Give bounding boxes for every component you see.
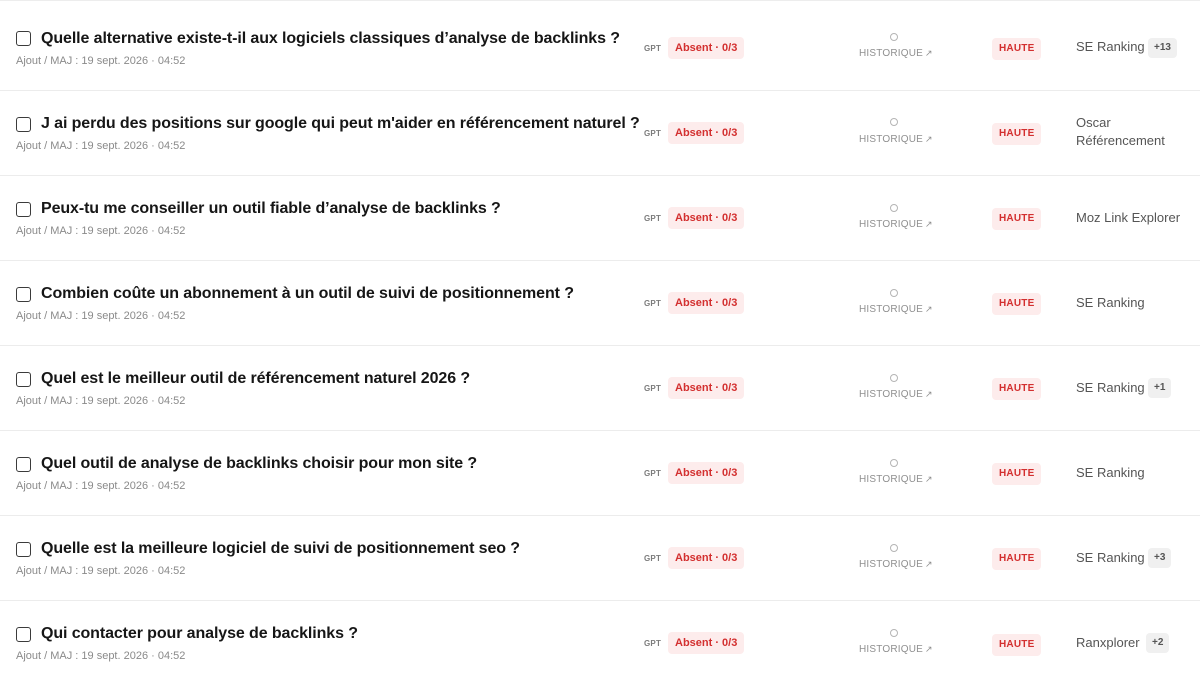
priority-badge: HAUTE <box>992 634 1042 656</box>
row-checkbox[interactable] <box>16 372 31 387</box>
competitor-name: SE Ranking <box>1076 550 1145 565</box>
row-checkbox[interactable] <box>16 202 31 217</box>
priority-badge: HAUTE <box>992 123 1042 145</box>
more-competitors-badge[interactable]: +13 <box>1148 38 1177 58</box>
table-row: Qui contacter pour analyse de backlinks … <box>0 600 1200 685</box>
priority-badge: HAUTE <box>992 38 1042 60</box>
external-arrow-icon: ↗ <box>925 48 933 58</box>
model-label: GPT <box>644 129 662 138</box>
model-label: GPT <box>644 469 662 478</box>
history-link[interactable]: HISTORIQUE ↗ <box>859 134 933 145</box>
status-badge: Absent · 0/3 <box>668 207 745 229</box>
external-arrow-icon: ↗ <box>925 389 933 399</box>
history-indicator-icon <box>890 289 898 297</box>
history-indicator-icon <box>890 544 898 552</box>
more-competitors-badge[interactable]: +3 <box>1148 548 1172 568</box>
added-updated-date: Ajout / MAJ : 19 sept. 2026 · 04:52 <box>16 140 186 152</box>
competitor-name: Ranxplorer <box>1076 635 1140 650</box>
status-badge: Absent · 0/3 <box>668 292 745 314</box>
row-checkbox[interactable] <box>16 31 31 46</box>
question-text[interactable]: J ai perdu des positions sur google qui … <box>41 115 640 133</box>
table-row: Peux-tu me conseiller un outil fiable d’… <box>0 175 1200 260</box>
history-link[interactable]: HISTORIQUE ↗ <box>859 219 933 230</box>
status-badge: Absent · 0/3 <box>668 462 745 484</box>
competitor-name: SE Ranking <box>1076 465 1145 480</box>
external-arrow-icon: ↗ <box>925 134 933 144</box>
competitor-name: SE Ranking <box>1076 39 1145 54</box>
history-indicator-icon <box>890 204 898 212</box>
model-label: GPT <box>644 44 662 53</box>
table-row: Quel outil de analyse de backlinks chois… <box>0 430 1200 515</box>
model-label: GPT <box>644 214 662 223</box>
external-arrow-icon: ↗ <box>925 644 933 654</box>
table-row: Quel est le meilleur outil de référencem… <box>0 345 1200 430</box>
row-checkbox[interactable] <box>16 627 31 642</box>
row-checkbox[interactable] <box>16 457 31 472</box>
model-label: GPT <box>644 639 662 648</box>
external-arrow-icon: ↗ <box>925 304 933 314</box>
added-updated-date: Ajout / MAJ : 19 sept. 2026 · 04:52 <box>16 225 186 237</box>
history-link[interactable]: HISTORIQUE ↗ <box>859 474 933 485</box>
table-row: Combien coûte un abonnement à un outil d… <box>0 260 1200 345</box>
competitor-name: Moz Link Explorer <box>1076 210 1181 225</box>
more-competitors-badge[interactable]: +1 <box>1148 378 1172 398</box>
priority-badge: HAUTE <box>992 463 1042 485</box>
external-arrow-icon: ↗ <box>925 559 933 569</box>
model-label: GPT <box>644 299 662 308</box>
row-checkbox[interactable] <box>16 287 31 302</box>
status-badge: Absent · 0/3 <box>668 547 745 569</box>
status-badge: Absent · 0/3 <box>668 377 745 399</box>
history-indicator-icon <box>890 459 898 467</box>
query-table: Quelle alternative existe-t-il aux logic… <box>0 0 1200 685</box>
priority-badge: HAUTE <box>992 293 1042 315</box>
added-updated-date: Ajout / MAJ : 19 sept. 2026 · 04:52 <box>16 310 186 322</box>
competitor-name: SE Ranking <box>1076 295 1145 310</box>
history-indicator-icon <box>890 33 898 41</box>
competitor-name: SE Ranking <box>1076 380 1145 395</box>
history-link[interactable]: HISTORIQUE ↗ <box>859 304 933 315</box>
question-text[interactable]: Quelle alternative existe-t-il aux logic… <box>41 30 620 48</box>
question-text[interactable]: Quel est le meilleur outil de référencem… <box>41 370 470 388</box>
history-link[interactable]: HISTORIQUE ↗ <box>859 389 933 400</box>
added-updated-date: Ajout / MAJ : 19 sept. 2026 · 04:52 <box>16 55 186 67</box>
history-link[interactable]: HISTORIQUE ↗ <box>859 644 933 655</box>
row-checkbox[interactable] <box>16 117 31 132</box>
competitor-name: Oscar Référencement <box>1076 115 1165 148</box>
status-badge: Absent · 0/3 <box>668 37 745 59</box>
table-row: Quelle alternative existe-t-il aux logic… <box>0 0 1200 90</box>
table-row: Quelle est la meilleure logiciel de suiv… <box>0 515 1200 600</box>
added-updated-date: Ajout / MAJ : 19 sept. 2026 · 04:52 <box>16 395 186 407</box>
row-checkbox[interactable] <box>16 542 31 557</box>
external-arrow-icon: ↗ <box>925 474 933 484</box>
question-text[interactable]: Quelle est la meilleure logiciel de suiv… <box>41 540 520 558</box>
priority-badge: HAUTE <box>992 378 1042 400</box>
status-badge: Absent · 0/3 <box>668 122 745 144</box>
history-indicator-icon <box>890 118 898 126</box>
question-text[interactable]: Combien coûte un abonnement à un outil d… <box>41 285 574 303</box>
history-indicator-icon <box>890 374 898 382</box>
history-link[interactable]: HISTORIQUE ↗ <box>859 559 933 570</box>
priority-badge: HAUTE <box>992 548 1042 570</box>
priority-badge: HAUTE <box>992 208 1042 230</box>
question-text[interactable]: Peux-tu me conseiller un outil fiable d’… <box>41 200 501 218</box>
added-updated-date: Ajout / MAJ : 19 sept. 2026 · 04:52 <box>16 650 186 662</box>
more-competitors-badge[interactable]: +2 <box>1146 633 1170 653</box>
model-label: GPT <box>644 384 662 393</box>
added-updated-date: Ajout / MAJ : 19 sept. 2026 · 04:52 <box>16 565 186 577</box>
model-label: GPT <box>644 554 662 563</box>
table-row: J ai perdu des positions sur google qui … <box>0 90 1200 175</box>
added-updated-date: Ajout / MAJ : 19 sept. 2026 · 04:52 <box>16 480 186 492</box>
history-indicator-icon <box>890 629 898 637</box>
question-text[interactable]: Qui contacter pour analyse de backlinks … <box>41 625 358 643</box>
history-link[interactable]: HISTORIQUE ↗ <box>859 48 933 59</box>
question-text[interactable]: Quel outil de analyse de backlinks chois… <box>41 455 477 473</box>
status-badge: Absent · 0/3 <box>668 632 745 654</box>
external-arrow-icon: ↗ <box>925 219 933 229</box>
